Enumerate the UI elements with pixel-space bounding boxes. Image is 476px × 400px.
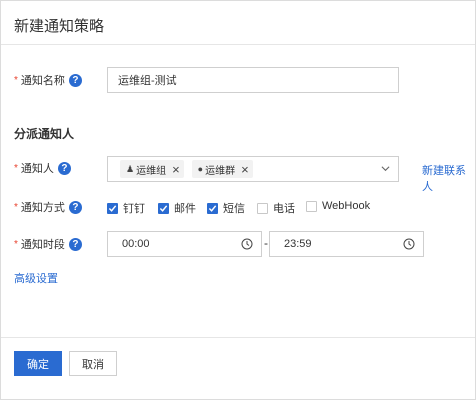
recipient-tag-label: 运维组 [136, 165, 167, 177]
required-mark: * [14, 201, 18, 213]
recipients-label-row: * 通知人 ? [14, 159, 71, 177]
recipient-tag: ● 运维群 × [191, 160, 253, 178]
start-time-value: 00:00 [122, 238, 150, 250]
new-contact-link[interactable]: 新建联系人 [422, 162, 475, 194]
clock-icon [241, 238, 253, 250]
close-icon[interactable]: × [172, 163, 180, 176]
recipients-select[interactable]: ♟ 运维组 × ● 运维群 × [107, 156, 399, 182]
dialog: 新建通知策略 * 通知名称 ? 运维组-测试 分派通知人 * 通知人 ? ♟ 运… [0, 0, 476, 400]
section-title: 分派通知人 [14, 127, 75, 141]
required-mark: * [14, 74, 18, 86]
cancel-button[interactable]: 取消 [69, 351, 117, 376]
checkbox-checked-icon[interactable] [158, 202, 169, 214]
method-option-label: 短信 [223, 203, 245, 215]
method-option-phone[interactable]: 电话 [257, 200, 295, 216]
method-option-email[interactable]: 邮件 [158, 200, 196, 216]
help-icon[interactable]: ? [68, 237, 82, 251]
dialog-title: 新建通知策略 [14, 18, 105, 35]
help-icon[interactable]: ? [68, 200, 82, 214]
method-option-dingtalk[interactable]: 钉钉 [107, 200, 145, 216]
required-mark: * [14, 238, 18, 250]
help-icon[interactable]: ? [68, 73, 82, 87]
dialog-header: 新建通知策略 [1, 1, 475, 45]
method-option-label: 邮件 [174, 203, 196, 215]
recipients-label: 通知人 [20, 163, 54, 175]
recipient-tag-label: 运维群 [205, 165, 236, 177]
end-time-input[interactable]: 23:59 [269, 231, 424, 257]
checkbox-unchecked-icon[interactable] [306, 200, 317, 212]
method-option-label: WebHook [322, 200, 371, 212]
confirm-button[interactable]: 确定 [14, 351, 62, 376]
methods-label-row: * 通知方式 ? [14, 198, 82, 216]
footer-divider [1, 337, 475, 338]
name-label-row: * 通知名称 ? [14, 71, 82, 89]
end-time-value: 23:59 [284, 238, 312, 250]
time-separator: - [264, 236, 268, 250]
close-icon[interactable]: × [241, 163, 249, 176]
method-option-webhook[interactable]: WebHook [306, 200, 370, 212]
checkbox-unchecked-icon[interactable] [257, 202, 268, 214]
start-time-input[interactable]: 00:00 [107, 231, 262, 257]
name-input-value: 运维组-测试 [118, 75, 177, 87]
advanced-settings-link[interactable]: 高级设置 [14, 270, 58, 286]
chat-group-icon: ● [197, 164, 204, 174]
method-option-sms[interactable]: 短信 [207, 200, 245, 216]
user-group-icon: ♟ [126, 163, 135, 174]
name-input[interactable]: 运维组-测试 [107, 67, 399, 93]
period-label-row: * 通知时段 ? [14, 235, 82, 253]
period-label: 通知时段 [20, 239, 65, 251]
clock-icon [403, 238, 415, 250]
name-label: 通知名称 [20, 75, 65, 87]
recipient-tag: ♟ 运维组 × [120, 160, 184, 178]
required-mark: * [14, 162, 18, 174]
methods-label: 通知方式 [20, 202, 65, 214]
method-option-label: 电话 [273, 203, 295, 215]
checkbox-checked-icon[interactable] [107, 202, 118, 214]
checkbox-checked-icon[interactable] [207, 202, 218, 214]
method-option-label: 钉钉 [123, 203, 145, 215]
help-icon[interactable]: ? [57, 161, 71, 175]
chevron-down-icon[interactable] [381, 164, 390, 173]
